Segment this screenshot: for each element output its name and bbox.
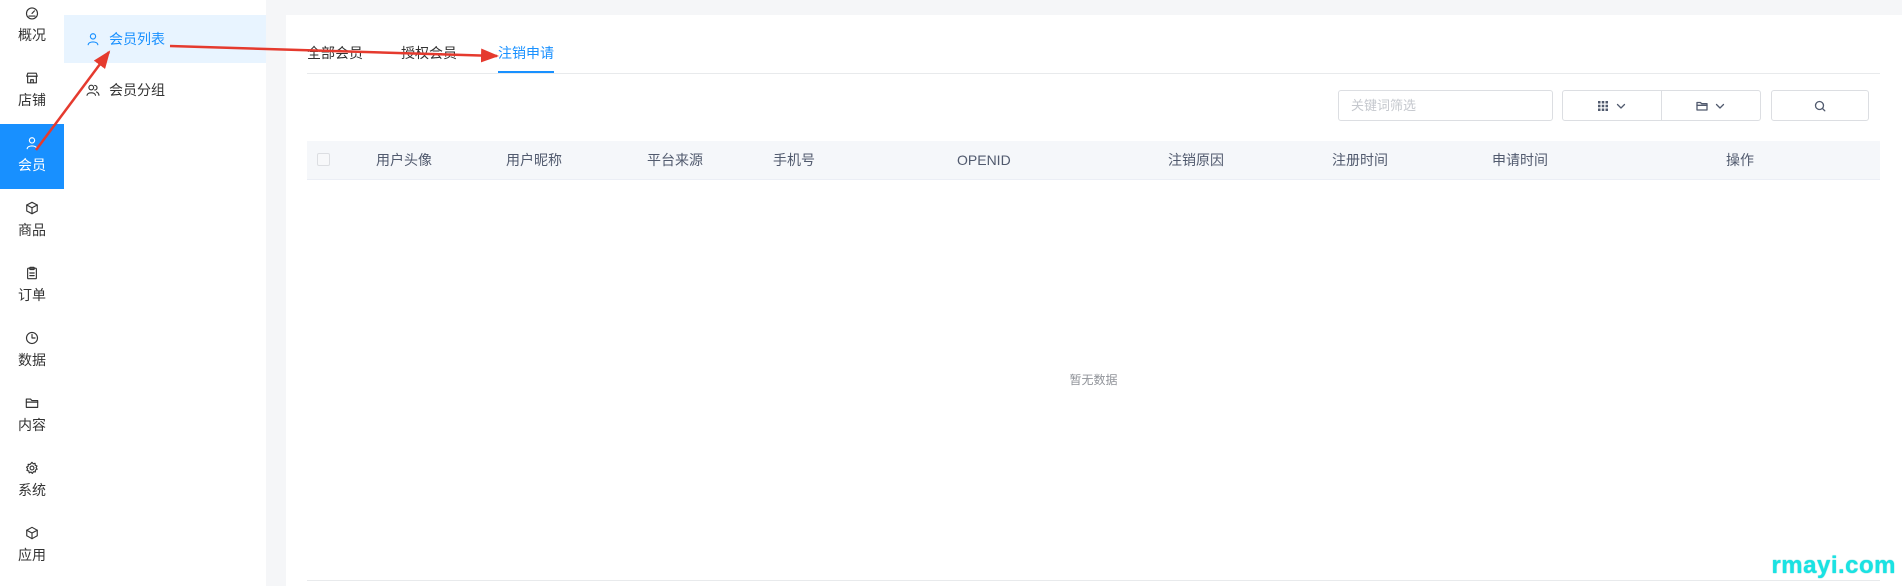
tab-authorized-members[interactable]: 授权会员 [401,44,457,62]
table-empty-text: 暂无数据 [1069,373,1118,387]
tab-cancellation-requests[interactable]: 注销申请 [498,44,554,62]
column-header-register-time: 注册时间 [1332,152,1388,168]
sidebar-item-system[interactable]: 系统 [0,449,64,514]
sidebar-item-label: 订单 [18,287,46,303]
column-header-platform: 平台来源 [647,152,703,168]
folder-icon [25,398,39,408]
tab-divider [307,73,1880,74]
chevron-down-icon [1715,103,1725,109]
dashboard-icon [25,7,39,20]
grid-icon [1598,100,1608,111]
subnav-item-member-list[interactable]: 会员列表 [64,15,266,63]
search-icon [1814,100,1826,111]
users-icon [86,84,100,96]
watermark: rmayi.com [1771,552,1896,579]
sidebar-item-label: 系统 [18,482,46,498]
sidebar-item-overview[interactable]: 概况 [0,0,64,59]
main-content-card: 全部会员 授权会员 注销申请 用户头像 用户昵称 平台来源 手机号 OPENID… [286,15,1902,586]
keyword-filter-input[interactable] [1338,90,1553,121]
sidebar-item-products[interactable]: 商品 [0,189,64,254]
sidebar-item-label: 会员 [18,157,46,173]
primary-sidebar: 概况 店铺 会员 商品 订单 数据 内容 系统 应用 [0,0,64,586]
tab-all-members[interactable]: 全部会员 [307,44,363,62]
sidebar-item-label: 应用 [18,547,46,563]
sidebar-item-label: 内容 [18,417,46,433]
cube-icon [26,526,38,540]
column-settings-button[interactable] [1562,90,1662,121]
folder-dropdown-button[interactable] [1661,90,1761,121]
search-button[interactable] [1771,90,1869,121]
package-icon [26,201,38,215]
user-icon [26,137,38,150]
subnav-item-label: 会员列表 [109,31,165,47]
secondary-sidebar: 会员列表 会员分组 [64,0,266,586]
column-header-phone: 手机号 [773,152,815,168]
table-bottom-border [307,580,1880,581]
column-header-nickname: 用户昵称 [506,152,562,168]
sidebar-item-label: 商品 [18,222,46,238]
column-header-actions: 操作 [1726,152,1754,168]
sidebar-item-label: 概况 [18,27,46,43]
subnav-item-member-groups[interactable]: 会员分组 [64,66,266,114]
sidebar-item-apps[interactable]: 应用 [0,514,64,579]
gear-icon [26,461,38,474]
sidebar-item-label: 数据 [18,352,46,368]
subnav-item-label: 会员分组 [109,82,165,98]
table-header: 用户头像 用户昵称 平台来源 手机号 OPENID 注销原因 注册时间 申请时间… [307,141,1880,180]
column-header-cancel-reason: 注销原因 [1168,152,1224,168]
sidebar-item-label: 店铺 [18,92,46,108]
sidebar-item-content[interactable]: 内容 [0,384,64,449]
column-header-openid: OPENID [957,152,1011,168]
user-icon [87,33,99,46]
select-all-checkbox[interactable] [317,153,330,166]
sidebar-item-members[interactable]: 会员 [0,124,64,189]
store-icon [26,72,38,84]
folder-icon [1696,101,1708,111]
column-header-avatar: 用户头像 [376,152,432,168]
sidebar-item-data[interactable]: 数据 [0,319,64,384]
clipboard-icon [27,266,37,280]
sidebar-item-orders[interactable]: 订单 [0,254,64,319]
chevron-down-icon [1616,103,1626,109]
clock-icon [25,331,39,345]
column-header-apply-time: 申请时间 [1492,152,1548,168]
sidebar-item-store[interactable]: 店铺 [0,59,64,124]
